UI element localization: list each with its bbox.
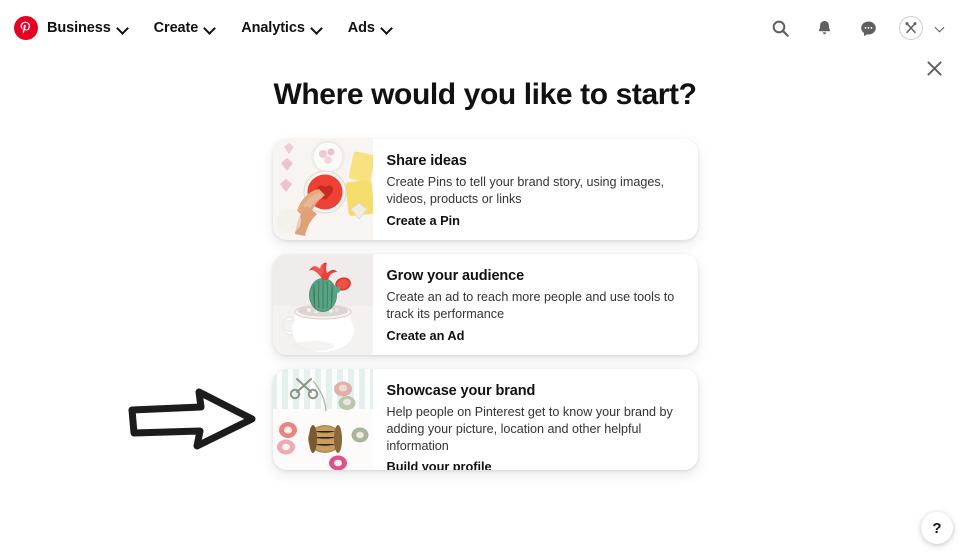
card-title: Showcase your brand <box>386 383 536 399</box>
pinterest-logo-icon[interactable] <box>14 16 38 40</box>
card-share-ideas-body: Share ideas Create Pins to tell your bra… <box>373 139 698 240</box>
top-navigation-bar: Business Create Analytics Ads <box>0 0 970 56</box>
nav-item-create[interactable]: Create <box>154 14 230 42</box>
start-option-cards: Share ideas Create Pins to tell your bra… <box>0 139 970 470</box>
card-grow-your-audience[interactable]: Grow your audience Create an ad to reach… <box>272 254 698 355</box>
nav-item-analytics[interactable]: Analytics <box>241 14 336 42</box>
chevron-down-icon <box>381 23 392 34</box>
card-title: Share ideas <box>386 153 467 169</box>
page-title: Where would you like to start? <box>273 78 697 111</box>
account-chevron-down-icon[interactable] <box>935 23 946 34</box>
notifications-bell-icon[interactable] <box>811 15 837 41</box>
search-icon[interactable] <box>767 15 793 41</box>
chevron-down-icon <box>117 23 128 34</box>
avatar[interactable] <box>899 16 923 40</box>
nav-item-business[interactable]: Business <box>47 14 142 42</box>
card-showcase-your-brand-body: Showcase your brand Help people on Pinte… <box>373 369 698 470</box>
card-share-ideas[interactable]: Share ideas Create Pins to tell your bra… <box>272 139 698 240</box>
crossed-utensils-icon <box>905 22 917 34</box>
close-icon[interactable] <box>918 52 950 84</box>
main-content: Where would you like to start? Share ide… <box>0 56 970 470</box>
nav-item-ads[interactable]: Ads <box>348 14 406 42</box>
card-description: Help people on Pinterest get to know you… <box>386 405 673 453</box>
card-cta-build-your-profile[interactable]: Build your profile <box>387 459 684 470</box>
card-grow-your-audience-body: Grow your audience Create an ad to reach… <box>373 254 698 355</box>
card-description: Create an ad to reach more people and us… <box>386 290 675 321</box>
nav-item-create-label: Create <box>153 20 199 36</box>
messages-chat-icon[interactable] <box>855 15 881 41</box>
chevron-down-icon <box>204 23 215 34</box>
help-button[interactable]: ? <box>921 512 953 544</box>
nav-item-ads-label: Ads <box>347 20 375 36</box>
cactus-mug-thumbnail <box>272 254 373 355</box>
card-description: Create Pins to tell your brand story, us… <box>386 175 665 206</box>
nav-right-group <box>767 15 952 41</box>
nav-item-business-label: Business <box>47 20 111 36</box>
card-showcase-your-brand[interactable]: Showcase your brand Help people on Pinte… <box>272 369 698 470</box>
card-title: Grow your audience <box>386 268 525 284</box>
baking-hearts-thumbnail <box>272 139 373 240</box>
craft-supplies-thumbnail <box>272 369 373 470</box>
nav-left-group: Business Create Analytics Ads <box>14 14 418 42</box>
card-cta-create-a-pin[interactable]: Create a Pin <box>387 213 684 228</box>
nav-item-analytics-label: Analytics <box>241 20 305 36</box>
chevron-down-icon <box>311 23 322 34</box>
card-cta-create-an-ad[interactable]: Create an Ad <box>387 328 684 343</box>
